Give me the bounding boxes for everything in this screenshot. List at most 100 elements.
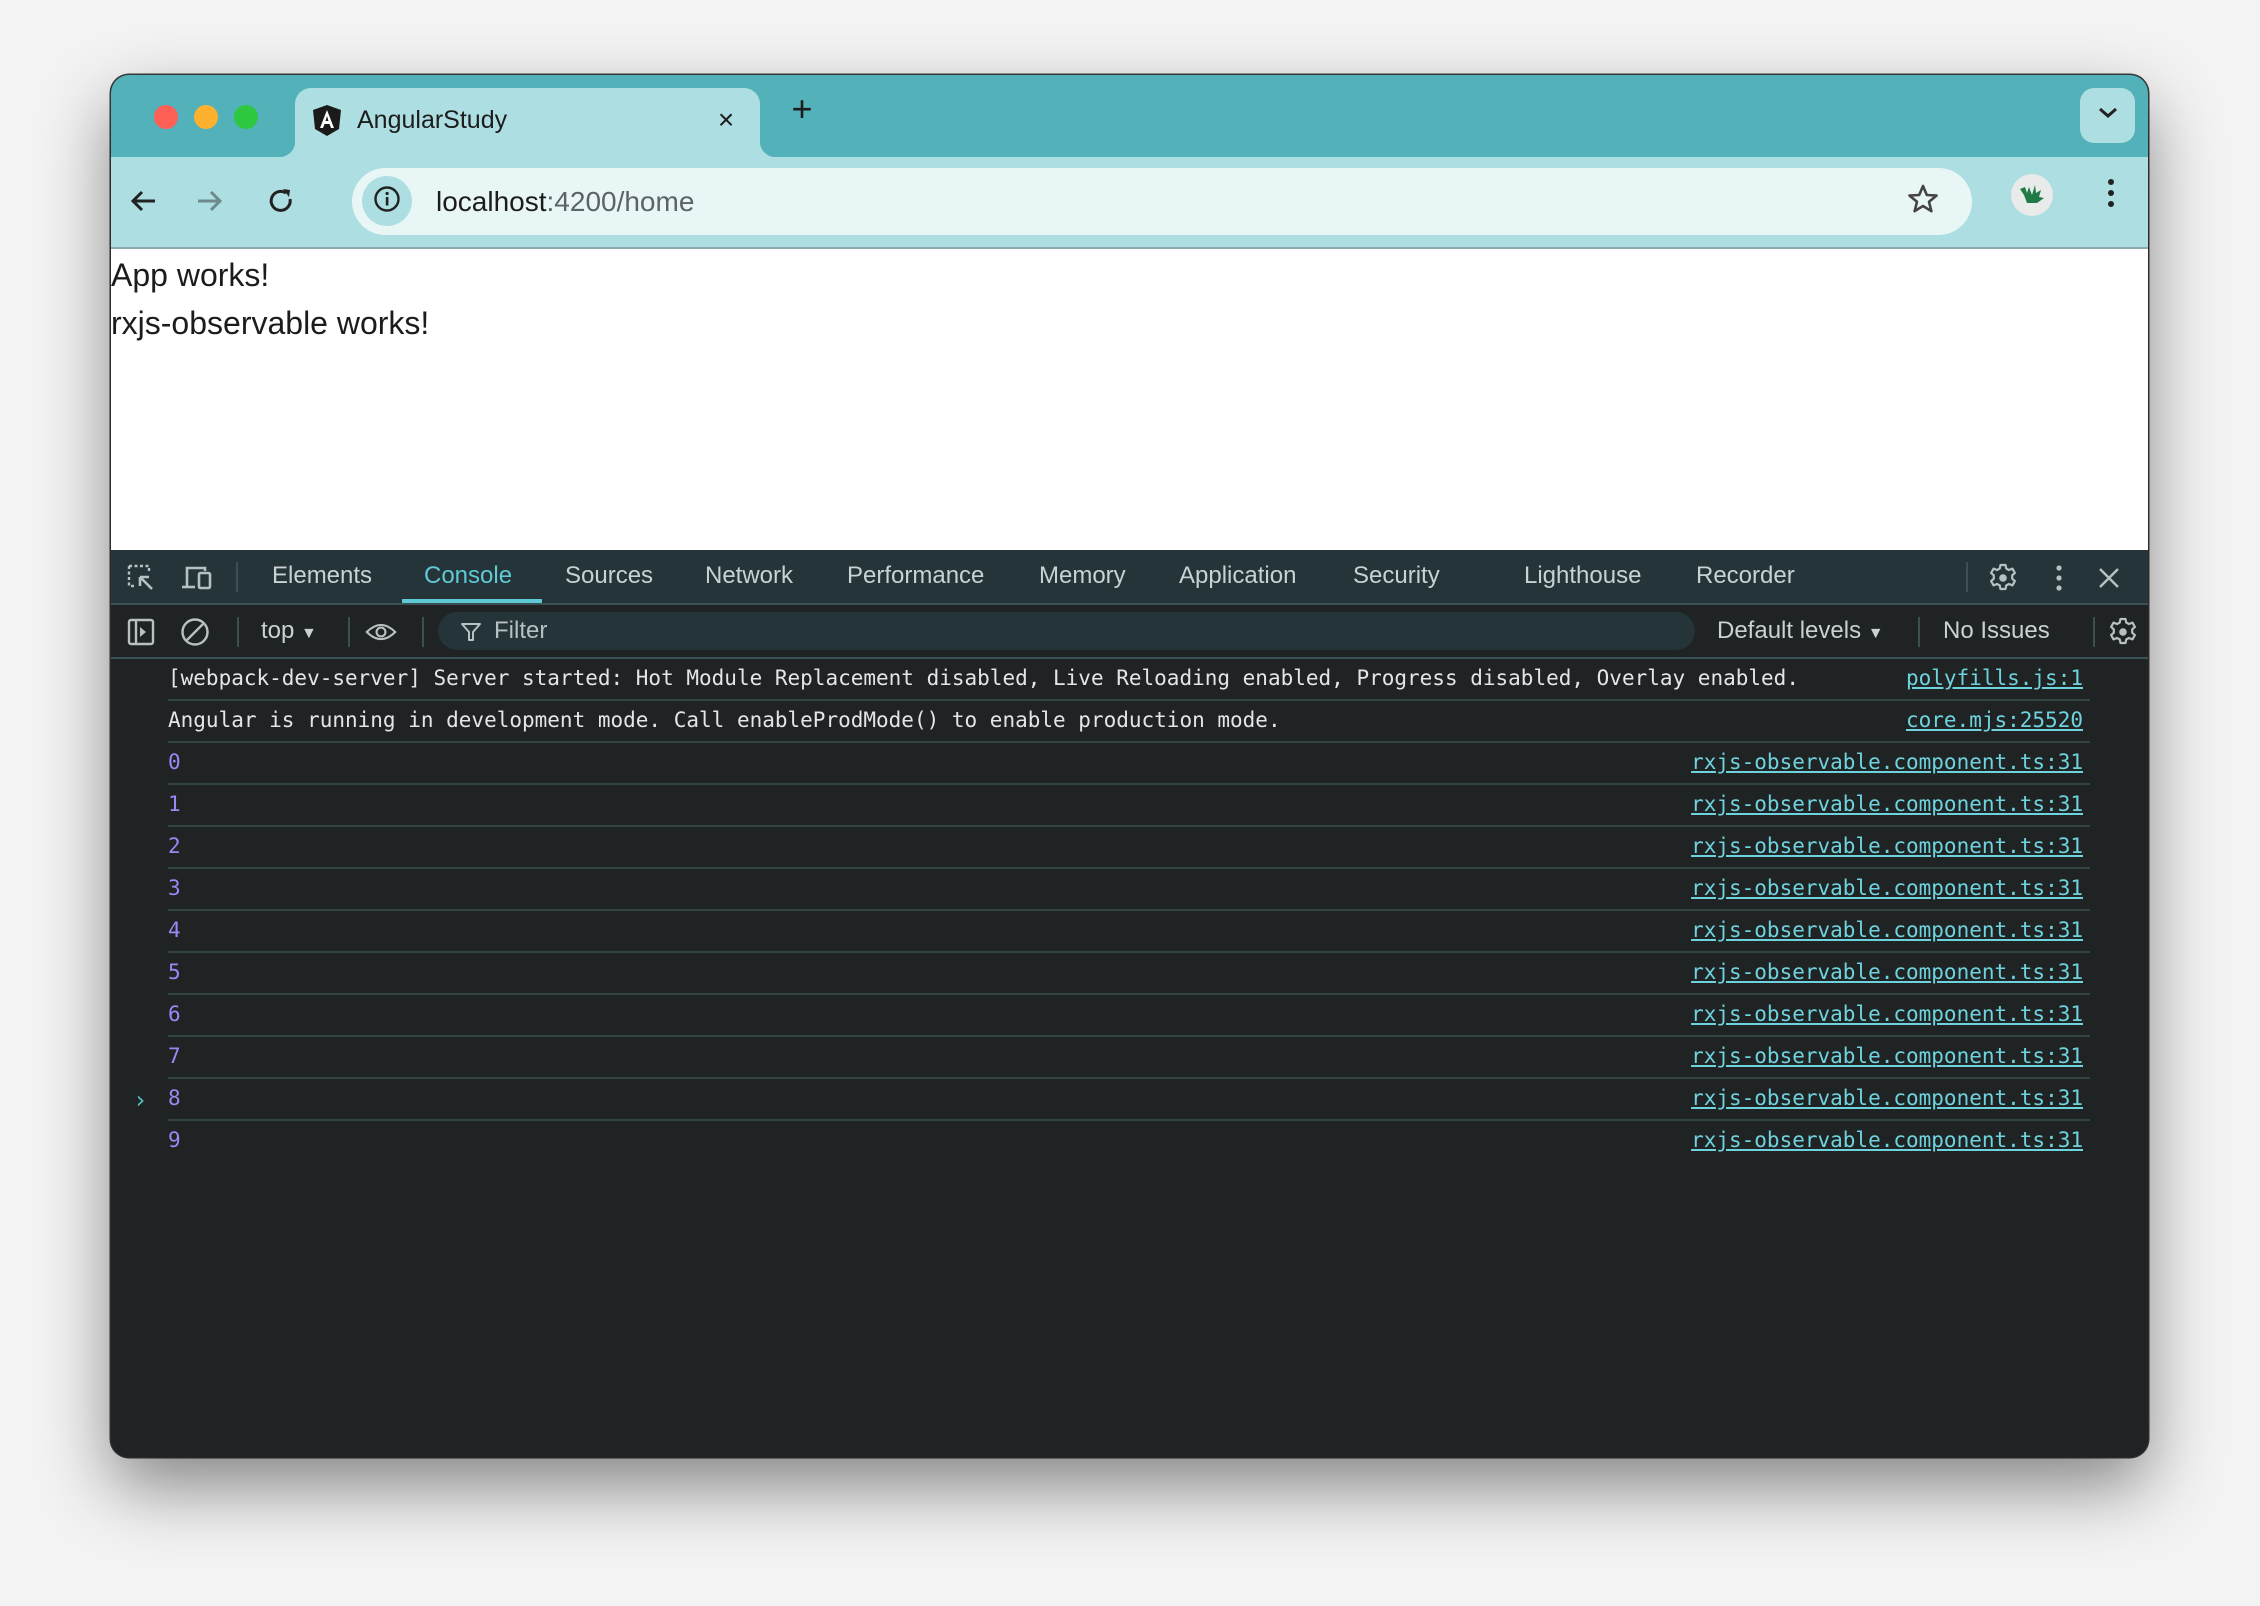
console-log-row: 5 rxjs-observable.component.ts:31 <box>168 953 2090 995</box>
close-icon <box>2099 568 2119 588</box>
browser-toolbar: localhost:4200/home <box>111 157 2148 249</box>
live-expression-button[interactable] <box>365 616 397 648</box>
divider <box>1966 562 1968 592</box>
fullscreen-window-button[interactable] <box>234 105 258 129</box>
console-message: 0 <box>168 750 181 774</box>
browser-menu-button[interactable] <box>2091 175 2131 215</box>
divider <box>1918 617 1920 647</box>
device-toolbar-button[interactable] <box>181 562 213 594</box>
source-link[interactable]: core.mjs:25520 <box>1906 708 2083 732</box>
tab-recorder[interactable]: Recorder <box>1696 562 1795 590</box>
tab-sources[interactable]: Sources <box>565 562 653 590</box>
source-link[interactable]: polyfills.js:1 <box>1906 666 2083 690</box>
info-icon <box>373 185 401 218</box>
browser-tab[interactable]: AngularStudy × <box>279 88 776 157</box>
console-input[interactable] <box>161 1082 2061 1118</box>
app-works-text: App works! <box>111 257 270 293</box>
url-text: localhost:4200/home <box>436 186 694 218</box>
devtools-tab-bar: Elements Console Sources Network Perform… <box>111 550 2148 605</box>
gear-icon <box>2110 617 2136 645</box>
console-message: [webpack-dev-server] Server started: Hot… <box>168 666 1799 690</box>
devtools-close-button[interactable] <box>2093 562 2125 594</box>
chevron-down-icon <box>2097 106 2119 125</box>
divider <box>348 617 350 647</box>
inspect-element-button[interactable] <box>125 562 157 594</box>
reload-icon <box>267 187 295 220</box>
console-filter-input[interactable]: Filter <box>438 612 1695 650</box>
clear-console-button[interactable] <box>179 616 211 648</box>
source-link[interactable]: rxjs-observable.component.ts:31 <box>1691 1002 2083 1026</box>
device-mode-icon <box>182 566 212 590</box>
console-log-row: Angular is running in development mode. … <box>168 701 2090 743</box>
arrow-right-icon <box>196 189 224 218</box>
source-link[interactable]: rxjs-observable.component.ts:31 <box>1691 1044 2083 1068</box>
tab-close-button[interactable]: × <box>712 106 740 134</box>
site-info-button[interactable] <box>362 176 412 226</box>
console-log-row: 2 rxjs-observable.component.ts:31 <box>168 827 2090 869</box>
console-message: Angular is running in development mode. … <box>168 708 1281 732</box>
close-window-button[interactable] <box>154 105 178 129</box>
tab-network[interactable]: Network <box>705 562 793 590</box>
issues-button[interactable]: No Issues <box>1943 617 2050 645</box>
angular-logo-icon <box>311 104 343 138</box>
active-tab-indicator <box>402 599 542 603</box>
console-message: 5 <box>168 960 181 984</box>
tab-security[interactable]: Security <box>1353 562 1440 590</box>
divider <box>237 617 239 647</box>
log-levels-value: Default levels <box>1717 617 1862 644</box>
context-value: top <box>261 617 295 644</box>
address-bar[interactable]: localhost:4200/home <box>352 168 1972 235</box>
kebab-menu-icon <box>2107 178 2115 213</box>
tab-performance[interactable]: Performance <box>847 562 984 590</box>
bookmark-button[interactable] <box>1904 182 1942 220</box>
reload-button[interactable] <box>261 183 301 223</box>
context-selector[interactable]: top ▼ <box>261 617 317 645</box>
tab-elements[interactable]: Elements <box>272 562 372 590</box>
profile-avatar[interactable] <box>2011 174 2053 216</box>
star-icon <box>1907 183 1939 220</box>
tab-memory[interactable]: Memory <box>1039 562 1126 590</box>
url-path: :4200/home <box>546 186 695 217</box>
minimize-window-button[interactable] <box>194 105 218 129</box>
url-host: localhost <box>436 186 547 217</box>
console-log-row: 0 rxjs-observable.component.ts:31 <box>168 743 2090 785</box>
log-levels-dropdown[interactable]: Default levels ▼ <box>1717 617 1884 645</box>
console-log-row: 7 rxjs-observable.component.ts:31 <box>168 1037 2090 1079</box>
source-link[interactable]: rxjs-observable.component.ts:31 <box>1691 876 2083 900</box>
dropdown-triangle-icon: ▼ <box>301 625 317 642</box>
console-log-row: 4 rxjs-observable.component.ts:31 <box>168 911 2090 953</box>
dinosaur-avatar-icon <box>2020 185 2044 203</box>
inspect-icon <box>127 564 153 590</box>
console-prompt-icon: › <box>133 1086 148 1114</box>
console-log-row: [webpack-dev-server] Server started: Hot… <box>168 659 2090 701</box>
toggle-sidebar-button[interactable] <box>125 616 157 648</box>
divider <box>422 617 424 647</box>
filter-placeholder: Filter <box>494 617 548 644</box>
devtools-panel: Elements Console Sources Network Perform… <box>111 550 2148 1457</box>
source-link[interactable]: rxjs-observable.component.ts:31 <box>1691 960 2083 984</box>
devtools-settings-button[interactable] <box>1987 562 2019 594</box>
forward-button[interactable] <box>190 183 230 223</box>
back-button[interactable] <box>123 183 163 223</box>
tab-console[interactable]: Console <box>424 562 512 590</box>
browser-window: AngularStudy × + localhost:4200/home App… <box>111 75 2148 1457</box>
tab-application[interactable]: Application <box>1179 562 1296 590</box>
tab-search-button[interactable] <box>2080 88 2135 143</box>
divider <box>2093 617 2095 647</box>
page-viewport: App works! rxjs-observable works! <box>111 249 2148 550</box>
new-tab-button[interactable]: + <box>785 91 819 127</box>
source-link[interactable]: rxjs-observable.component.ts:31 <box>1691 918 2083 942</box>
kebab-menu-icon <box>2056 565 2062 591</box>
rxjs-observable-works-text: rxjs-observable works! <box>111 305 430 341</box>
console-message: 7 <box>168 1044 181 1068</box>
console-log-row: 3 rxjs-observable.component.ts:31 <box>168 869 2090 911</box>
source-link[interactable]: rxjs-observable.component.ts:31 <box>1691 834 2083 858</box>
console-settings-button[interactable] <box>2107 616 2139 648</box>
source-link[interactable]: rxjs-observable.component.ts:31 <box>1691 750 2083 774</box>
source-link[interactable]: rxjs-observable.component.ts:31 <box>1691 1128 2083 1152</box>
console-message: 1 <box>168 792 181 816</box>
devtools-more-button[interactable] <box>2043 562 2075 594</box>
tab-lighthouse[interactable]: Lighthouse <box>1524 562 1641 590</box>
source-link[interactable]: rxjs-observable.component.ts:31 <box>1691 792 2083 816</box>
console-message: 2 <box>168 834 181 858</box>
